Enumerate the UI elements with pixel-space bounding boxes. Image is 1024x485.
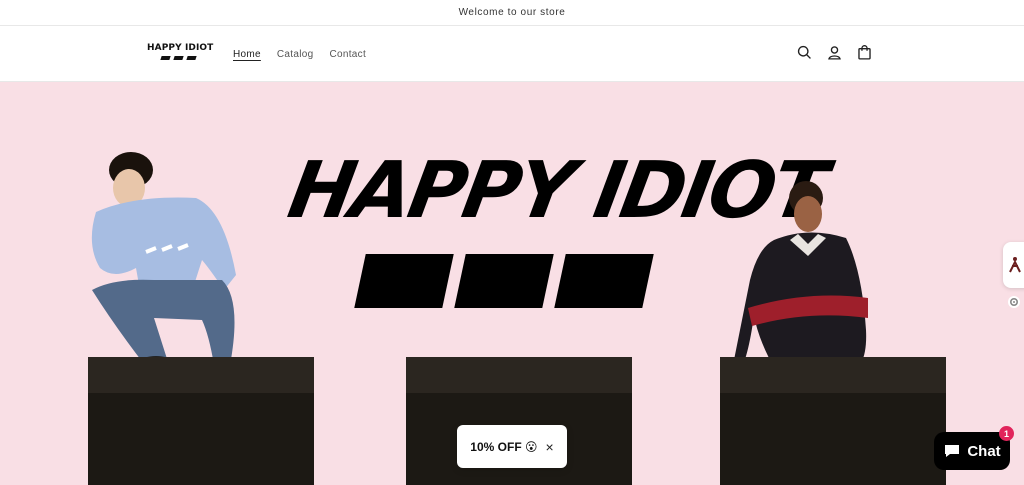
accessibility-icon [1009,257,1021,273]
announcement-bar: Welcome to our store [0,0,1024,26]
settings-icon[interactable] [1008,296,1020,308]
store-logo[interactable]: HAPPY IDIOT [147,43,214,65]
nav-link-contact[interactable]: Contact [329,49,366,60]
discount-label: 10% OFF 😮 [470,439,538,454]
discount-popup[interactable]: 10% OFF 😮 × [457,425,567,468]
site-header: HAPPY IDIOT Home Catalog Contact [0,26,1024,82]
nav-link-home[interactable]: Home [233,49,261,60]
logo-text: HAPPY IDIOT [147,43,214,53]
chat-notification-badge: 1 [999,426,1014,441]
close-icon[interactable]: × [546,439,554,455]
nav-link-catalog[interactable]: Catalog [277,49,314,60]
cart-icon[interactable] [856,44,873,61]
header-icons [796,44,873,61]
account-icon[interactable] [826,44,843,61]
display-box-left [88,357,314,485]
chat-label: Chat [967,442,1001,460]
accessibility-tab[interactable] [1003,242,1024,288]
model-left-image [91,152,236,369]
search-icon[interactable] [796,44,813,61]
chat-button[interactable]: Chat 1 [934,426,1014,470]
display-box-right [720,357,946,485]
main-nav: Home Catalog Contact [233,26,366,82]
hero-logo-bars [354,254,654,308]
logo-bars [147,56,209,60]
chat-bubble-icon [945,445,960,457]
announcement-text: Welcome to our store [458,7,566,18]
